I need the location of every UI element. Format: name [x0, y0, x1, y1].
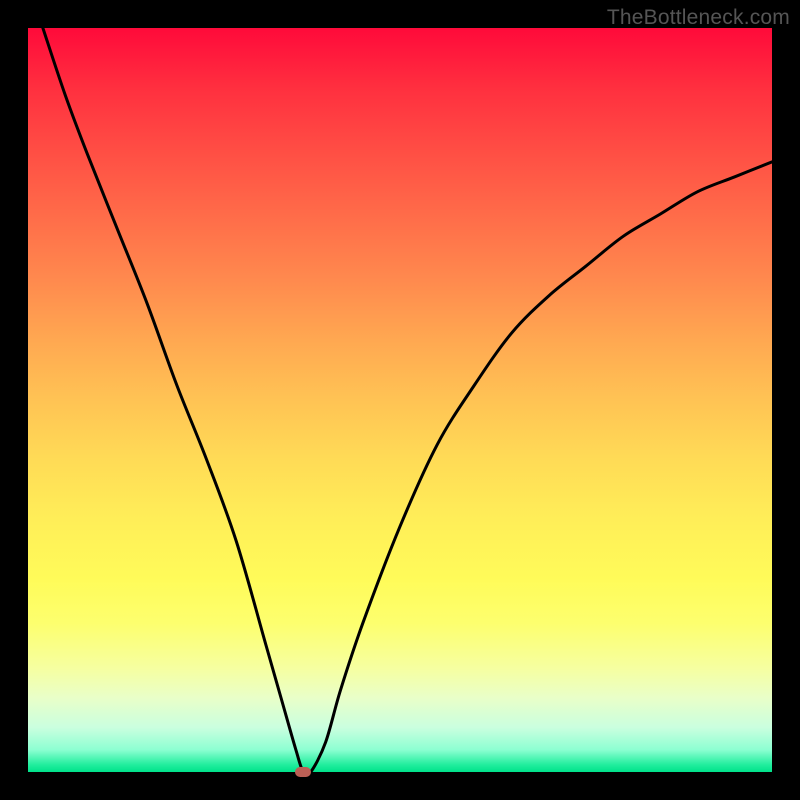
plot-area — [28, 28, 772, 772]
watermark-text: TheBottleneck.com — [607, 6, 790, 30]
bottleneck-curve — [28, 28, 772, 772]
optimal-point-marker — [295, 767, 311, 777]
chart-container: TheBottleneck.com — [0, 0, 800, 800]
